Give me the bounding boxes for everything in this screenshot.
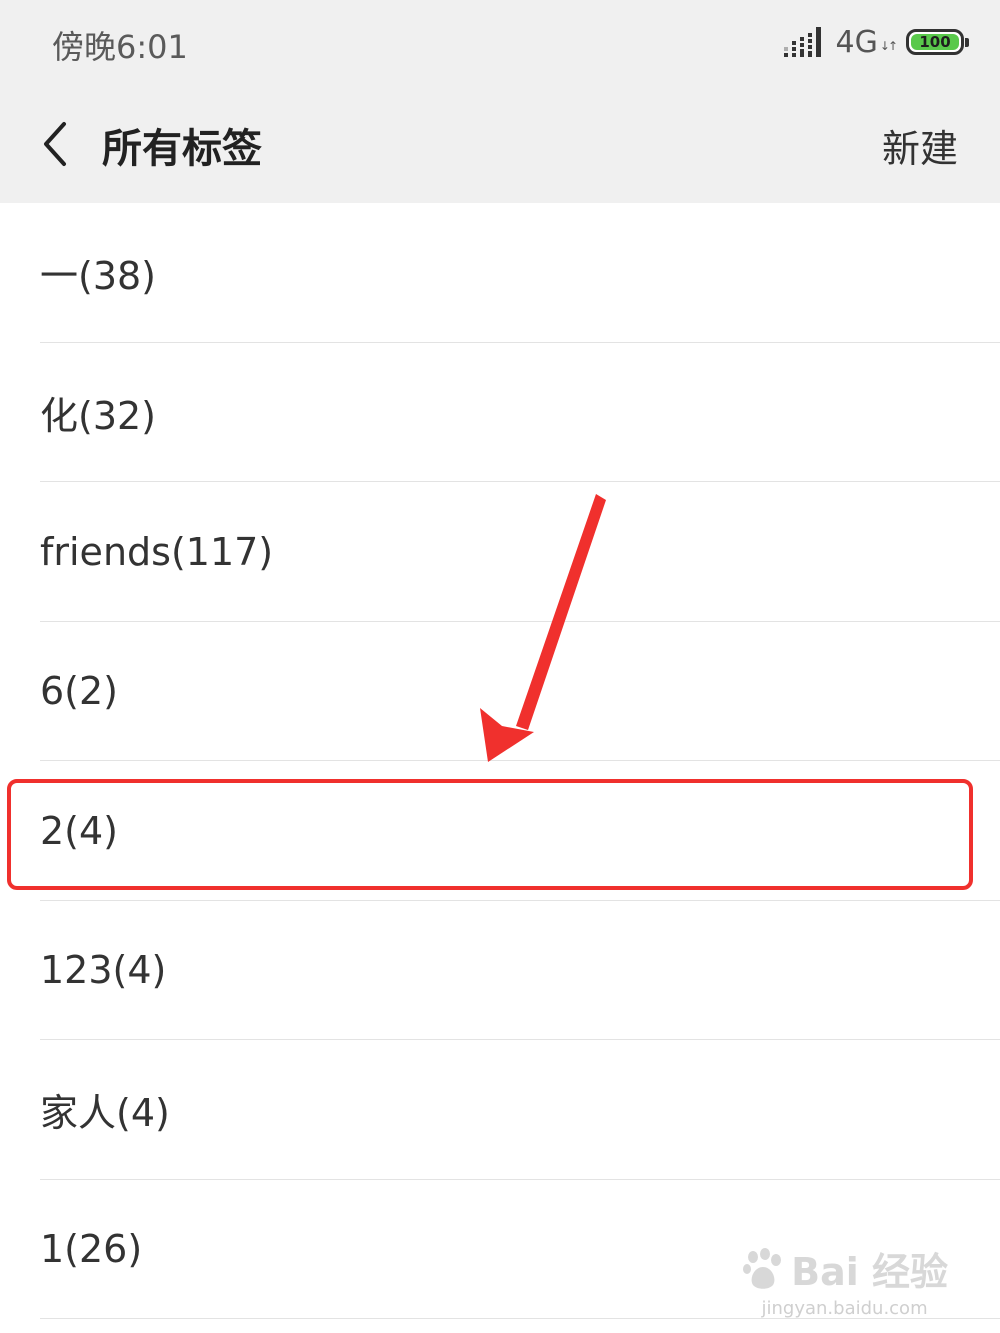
page-title: 所有标签 — [102, 126, 262, 172]
tag-label: 家人(4) — [40, 1091, 170, 1136]
back-button[interactable] — [30, 112, 80, 176]
new-tag-button[interactable]: 新建 — [882, 118, 958, 173]
tag-item[interactable]: 1(26) — [0, 1180, 1000, 1320]
battery-level: 100 — [911, 34, 959, 50]
network-type: 4G — [835, 24, 878, 60]
tag-item[interactable]: friends(117) — [0, 482, 1000, 622]
tag-item[interactable]: 一(38) — [0, 203, 1000, 343]
tag-label: 1(26) — [40, 1227, 143, 1272]
tag-label: 一(38) — [40, 254, 157, 299]
tag-label: 123(4) — [40, 948, 167, 993]
tag-item[interactable]: 家人(4) — [0, 1040, 1000, 1180]
signal-icon — [783, 27, 821, 57]
battery-tip — [965, 38, 969, 47]
top-bar: 傍晚6:01 4G ↓↑ 100 所有标签 新建 — [0, 0, 1000, 203]
data-arrows-icon: ↓↑ — [879, 38, 898, 53]
tag-item[interactable]: 123(4) — [0, 901, 1000, 1041]
status-time: 傍晚6:01 — [52, 28, 188, 66]
battery-icon: 100 — [906, 29, 969, 55]
tag-list: 一(38) 化(32) friends(117) 6(2) 2(4) 123(4… — [0, 203, 1000, 1319]
status-icons: 4G ↓↑ 100 — [783, 24, 969, 60]
tag-item[interactable]: 6(2) — [0, 622, 1000, 762]
network-indicator: 4G ↓↑ — [835, 24, 898, 60]
tag-item[interactable]: 2(4) — [0, 761, 1000, 901]
tag-label: 2(4) — [40, 808, 119, 853]
tag-label: 化(32) — [40, 393, 157, 438]
tag-item[interactable]: 化(32) — [0, 343, 1000, 483]
tag-label: friends(117) — [40, 529, 274, 574]
back-arrow-icon — [44, 122, 66, 166]
tag-label: 6(2) — [40, 669, 119, 714]
